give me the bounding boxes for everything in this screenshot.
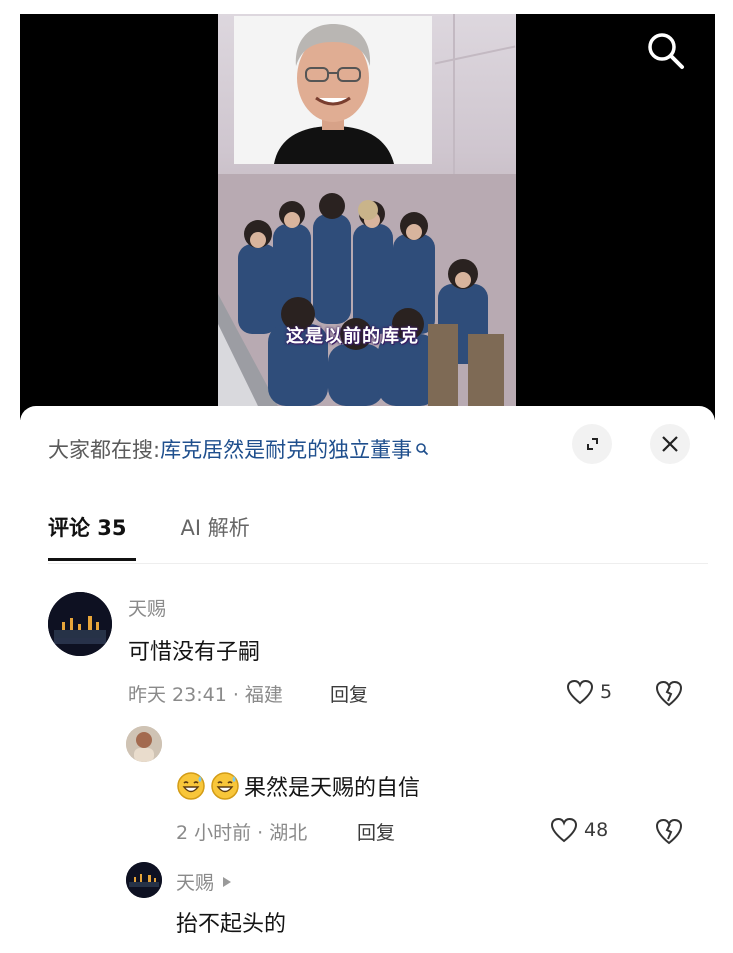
wall-seam [434, 45, 516, 65]
search-icon [416, 443, 429, 456]
avatar[interactable] [126, 862, 162, 898]
comment-meta: 2 小时前 · 湖北 [176, 822, 308, 844]
comment-username[interactable]: 天赐 [128, 594, 166, 621]
close-button[interactable] [650, 424, 690, 464]
dislike-icon[interactable] [654, 679, 684, 707]
avatar[interactable] [126, 726, 162, 762]
reply-button[interactable]: 回复 [357, 818, 395, 845]
portrait-photo [234, 16, 432, 164]
like-count: 48 [584, 819, 609, 841]
expand-icon [587, 438, 598, 450]
active-tab-indicator [48, 558, 136, 561]
comment-username[interactable]: 天赐 [176, 868, 214, 895]
grin-sweat-emoji-icon [177, 772, 205, 800]
tab-ai-analysis[interactable]: AI 解析 [181, 512, 250, 546]
like-button[interactable]: 5 [566, 679, 612, 705]
comment-meta: 昨天 23:41 · 福建 [128, 684, 283, 706]
video-frame: 这是以前的库克 [218, 14, 516, 406]
video-player[interactable]: 这是以前的库克 [0, 0, 733, 420]
grin-sweat-emoji-icon [211, 772, 239, 800]
comment-text: 可惜没有子嗣 [128, 640, 261, 665]
heart-icon [550, 817, 578, 843]
reply-button[interactable]: 回复 [330, 680, 368, 707]
wall-seam [453, 14, 455, 194]
video-caption: 这是以前的库克 [286, 326, 419, 347]
reply-text-row: 果然是天赐的自信 [176, 770, 420, 802]
tabs-divider [48, 563, 708, 564]
reply-username-row: 天赐 [176, 868, 232, 895]
trending-prefix: 大家都在搜: [48, 438, 161, 462]
search-icon [648, 33, 684, 69]
heart-icon [566, 679, 594, 705]
trending-query-link[interactable]: 库克居然是耐克的独立董事 [160, 434, 412, 464]
like-button[interactable]: 48 [550, 817, 608, 843]
comment-sheet: 大家都在搜: 库克居然是耐克的独立董事 评论 35 AI 解析 天赐 可惜没有子… [20, 406, 715, 953]
comment-tabs: 评论 35 AI 解析 [48, 512, 304, 546]
expand-button[interactable] [572, 424, 612, 464]
dislike-icon[interactable] [654, 817, 684, 845]
play-arrow-icon [223, 876, 232, 887]
close-icon [662, 436, 678, 452]
crowd-photo [218, 174, 516, 406]
trending-search[interactable]: 大家都在搜: 库克居然是耐克的独立董事 [48, 434, 429, 464]
like-count: 5 [600, 681, 613, 703]
comment-text: 果然是天赐的自信 [244, 776, 421, 801]
comment-text: 抬不起头的 [176, 912, 287, 937]
search-button[interactable] [645, 30, 685, 70]
tab-comments[interactable]: 评论 35 [48, 512, 127, 546]
avatar[interactable] [48, 592, 112, 656]
